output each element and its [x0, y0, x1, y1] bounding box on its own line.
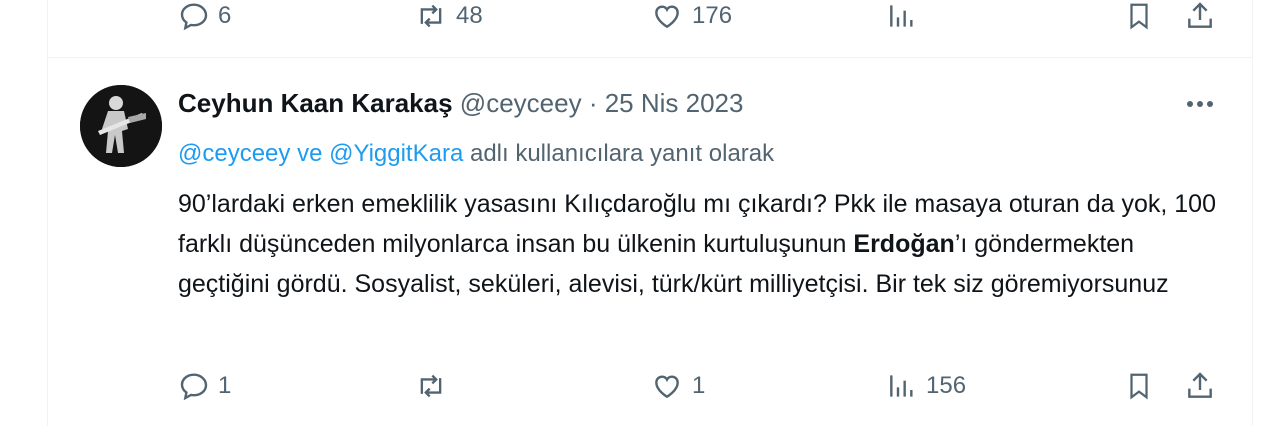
bookmark-button[interactable]: [1124, 370, 1154, 402]
display-name[interactable]: Ceyhun Kaan Karakaş: [178, 88, 453, 118]
tweet-date[interactable]: 25 Nis 2023: [605, 88, 744, 118]
more-icon: [1187, 101, 1213, 107]
share-button[interactable]: [1184, 0, 1216, 32]
tweet-text: 90’lardaki erken emeklilik yasasını Kılı…: [178, 184, 1218, 304]
bookmark-icon: [1130, 3, 1148, 30]
reply-connector: ve: [290, 140, 330, 167]
retweet-count: 48: [456, 2, 483, 29]
tweet-divider: [47, 57, 1253, 58]
more-button[interactable]: [1180, 92, 1220, 116]
header-separator: ·: [588, 88, 598, 118]
views-count: 156: [926, 372, 967, 399]
mention-link-2[interactable]: @YiggitKara: [329, 140, 463, 167]
avatar[interactable]: [80, 85, 162, 167]
views-button[interactable]: 156: [886, 370, 966, 402]
previous-tweet-action-bar: 6 48 176: [0, 0, 1280, 34]
views-button[interactable]: [886, 0, 918, 32]
heart-icon: [655, 375, 679, 399]
share-icon: [1188, 2, 1212, 28]
like-button[interactable]: 176: [650, 0, 732, 32]
retweet-button[interactable]: [414, 370, 456, 402]
bar-chart-icon: [890, 375, 913, 397]
retweet-icon: [420, 374, 442, 398]
share-button[interactable]: [1184, 370, 1216, 402]
bookmark-icon: [1130, 373, 1148, 400]
tweet-text-bold: Erdoğan: [853, 230, 955, 258]
bar-chart-icon: [890, 5, 913, 27]
reply-suffix: adlı kullanıcılara yanıt olarak: [463, 140, 775, 167]
timeline-right-border: [1252, 0, 1253, 426]
reply-count: 1: [218, 372, 232, 399]
speech-bubble-icon: [180, 373, 208, 401]
like-count: 1: [692, 372, 706, 399]
mention-link-1[interactable]: @ceyceey: [178, 140, 290, 167]
timeline-left-border: [47, 0, 48, 426]
avatar-photo-icon: [80, 85, 162, 167]
tweet-header: Ceyhun Kaan Karakaş @ceyceey · 25 Nis 20…: [178, 88, 743, 119]
user-handle[interactable]: @ceyceey: [460, 88, 582, 118]
share-icon: [1188, 372, 1212, 398]
retweet-button[interactable]: 48: [414, 0, 483, 32]
reply-context: @ceyceey ve @YiggitKara adlı kullanıcıla…: [178, 140, 774, 168]
retweet-icon: [420, 4, 442, 28]
bookmark-button[interactable]: [1124, 0, 1154, 32]
like-count: 176: [692, 2, 733, 29]
reply-button[interactable]: 1: [178, 370, 231, 402]
reply-button[interactable]: 6: [178, 0, 231, 32]
reply-count: 6: [218, 2, 232, 29]
tweet-action-bar: 1 1 156: [0, 366, 1280, 406]
heart-icon: [655, 5, 679, 29]
like-button[interactable]: 1: [650, 370, 705, 402]
speech-bubble-icon: [180, 3, 208, 31]
